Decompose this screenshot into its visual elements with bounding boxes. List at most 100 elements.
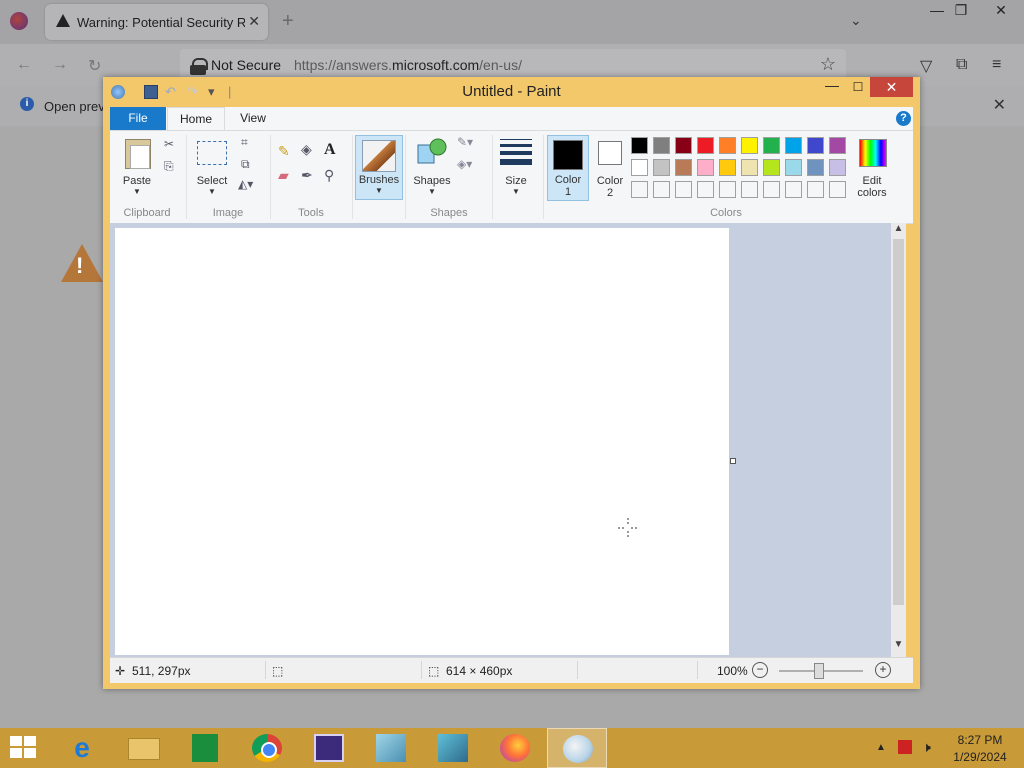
pencil-icon[interactable]: ✎ <box>278 143 290 160</box>
palette-color-swatch[interactable] <box>675 159 692 176</box>
paint-taskbar-button[interactable] <box>547 728 607 768</box>
palette-color-swatch[interactable] <box>763 137 780 154</box>
outline-icon[interactable]: ✎▾ <box>457 135 473 149</box>
fill-icon[interactable]: ◈ <box>301 141 312 158</box>
extensions-icon[interactable]: ⧉ <box>956 56 967 74</box>
browser-tab[interactable]: Warning: Potential Security Risk ✕ <box>45 4 268 40</box>
app-taskbar-button[interactable] <box>299 728 359 768</box>
scroll-thumb[interactable] <box>893 239 904 605</box>
minimize-button[interactable]: — <box>819 77 845 97</box>
menu-icon[interactable]: ≡ <box>992 56 1001 74</box>
palette-color-swatch[interactable] <box>719 181 736 198</box>
browser-tab-bar: Warning: Potential Security Risk ✕ + ⌄ —… <box>0 0 1024 44</box>
palette-color-swatch[interactable] <box>763 159 780 176</box>
show-hidden-icons-icon[interactable]: ▲ <box>876 742 886 753</box>
start-button[interactable] <box>10 736 38 760</box>
close-tab-icon[interactable]: ✕ <box>248 13 260 30</box>
palette-color-swatch[interactable] <box>697 159 714 176</box>
palette-color-swatch[interactable] <box>631 159 648 176</box>
app-taskbar-button[interactable] <box>423 728 483 768</box>
url-text[interactable]: https://answers.microsoft.com/en-us/ <box>294 57 522 73</box>
palette-color-swatch[interactable] <box>829 137 846 154</box>
store-taskbar-button[interactable] <box>175 728 235 768</box>
palette-color-swatch[interactable] <box>829 159 846 176</box>
palette-color-swatch[interactable] <box>697 181 714 198</box>
close-window-button[interactable]: ✕ <box>978 0 1024 22</box>
zoom-slider-thumb[interactable] <box>814 663 824 679</box>
forward-icon[interactable]: → <box>52 56 68 74</box>
canvas-resize-handle[interactable] <box>730 458 736 464</box>
eraser-icon[interactable]: ▰ <box>278 167 289 184</box>
firefox-taskbar-button[interactable] <box>485 728 545 768</box>
scroll-up-icon[interactable]: ▲ <box>891 223 906 239</box>
brushes-button[interactable]: Brushes ▼ <box>355 135 403 200</box>
bookmark-star-icon[interactable]: ☆ <box>820 54 836 75</box>
file-explorer-taskbar-button[interactable] <box>113 728 173 768</box>
chrome-taskbar-button[interactable] <box>237 728 297 768</box>
palette-color-swatch[interactable] <box>653 137 670 154</box>
magnifier-icon[interactable]: ⚲ <box>324 167 334 184</box>
palette-color-swatch[interactable] <box>807 181 824 198</box>
maximize-button[interactable]: ☐ <box>845 77 871 97</box>
fill-shape-icon[interactable]: ◈▾ <box>457 157 472 171</box>
rotate-icon[interactable]: ◭▾ <box>238 177 253 191</box>
palette-color-swatch[interactable] <box>807 137 824 154</box>
scroll-down-icon[interactable]: ▼ <box>891 639 906 655</box>
palette-color-swatch[interactable] <box>741 159 758 176</box>
palette-color-swatch[interactable] <box>763 181 780 198</box>
palette-color-swatch[interactable] <box>829 181 846 198</box>
palette-color-swatch[interactable] <box>785 181 802 198</box>
tab-view[interactable]: View <box>230 107 276 130</box>
clock-time[interactable]: 8:27 PM <box>945 733 1015 747</box>
action-center-flag-icon[interactable] <box>898 740 912 754</box>
palette-color-swatch[interactable] <box>807 159 824 176</box>
palette-color-swatch[interactable] <box>631 181 648 198</box>
tab-file[interactable]: File <box>110 107 166 130</box>
zoom-out-button[interactable]: − <box>752 662 768 678</box>
text-icon[interactable]: A <box>324 141 336 159</box>
paste-button[interactable]: Paste ▼ <box>114 133 160 199</box>
resize-icon[interactable]: ⧉ <box>241 157 250 172</box>
palette-color-swatch[interactable] <box>785 159 802 176</box>
close-icon[interactable]: ✕ <box>993 95 1006 115</box>
color2-button[interactable]: Color 2 <box>590 133 630 199</box>
palette-color-swatch[interactable] <box>675 137 692 154</box>
zoom-in-button[interactable]: + <box>875 662 891 678</box>
group-label-image: Image <box>212 207 244 219</box>
crop-icon[interactable]: ⌗ <box>241 135 248 150</box>
tab-home[interactable]: Home <box>167 107 225 131</box>
palette-color-swatch[interactable] <box>785 137 802 154</box>
palette-color-swatch[interactable] <box>631 137 648 154</box>
color-picker-icon[interactable]: ✒ <box>301 167 313 184</box>
new-tab-button[interactable]: + <box>282 10 294 33</box>
firefox-icon[interactable] <box>10 12 28 30</box>
cut-icon[interactable]: ✂ <box>164 137 174 151</box>
reload-icon[interactable]: ↻ <box>88 56 101 76</box>
chevron-down-icon[interactable]: ⌄ <box>850 12 862 29</box>
palette-color-swatch[interactable] <box>741 181 758 198</box>
palette-color-swatch[interactable] <box>675 181 692 198</box>
select-button[interactable]: Select ▼ <box>190 133 234 199</box>
back-icon[interactable]: ← <box>16 56 32 74</box>
clock-date[interactable]: 1/29/2024 <box>945 750 1015 764</box>
palette-color-swatch[interactable] <box>719 137 736 154</box>
palette-color-swatch[interactable] <box>653 159 670 176</box>
volume-muted-icon[interactable]: 🕨 <box>922 739 931 756</box>
drawing-canvas[interactable] <box>115 228 729 655</box>
shapes-button[interactable]: Shapes ▼ <box>408 133 456 199</box>
edit-colors-button[interactable]: Edit colors <box>852 133 892 199</box>
internet-explorer-taskbar-button[interactable]: e <box>52 728 112 768</box>
palette-color-swatch[interactable] <box>697 137 714 154</box>
close-button[interactable]: ✕ <box>870 77 913 97</box>
palette-color-swatch[interactable] <box>653 181 670 198</box>
vertical-scrollbar[interactable]: ▲ ▼ <box>891 223 906 657</box>
size-button[interactable]: Size ▼ <box>496 133 536 199</box>
color1-button[interactable]: Color 1 <box>547 135 589 201</box>
help-icon[interactable]: ? <box>896 111 911 126</box>
palette-color-swatch[interactable] <box>719 159 736 176</box>
pocket-icon[interactable]: ▽ <box>920 56 932 76</box>
copy-icon[interactable]: ⎘ <box>164 159 174 174</box>
title-bar[interactable]: ↶ ↷ ▾ | Untitled - Paint — ☐ ✕ <box>103 77 920 107</box>
palette-color-swatch[interactable] <box>741 137 758 154</box>
notepad-taskbar-button[interactable] <box>361 728 421 768</box>
